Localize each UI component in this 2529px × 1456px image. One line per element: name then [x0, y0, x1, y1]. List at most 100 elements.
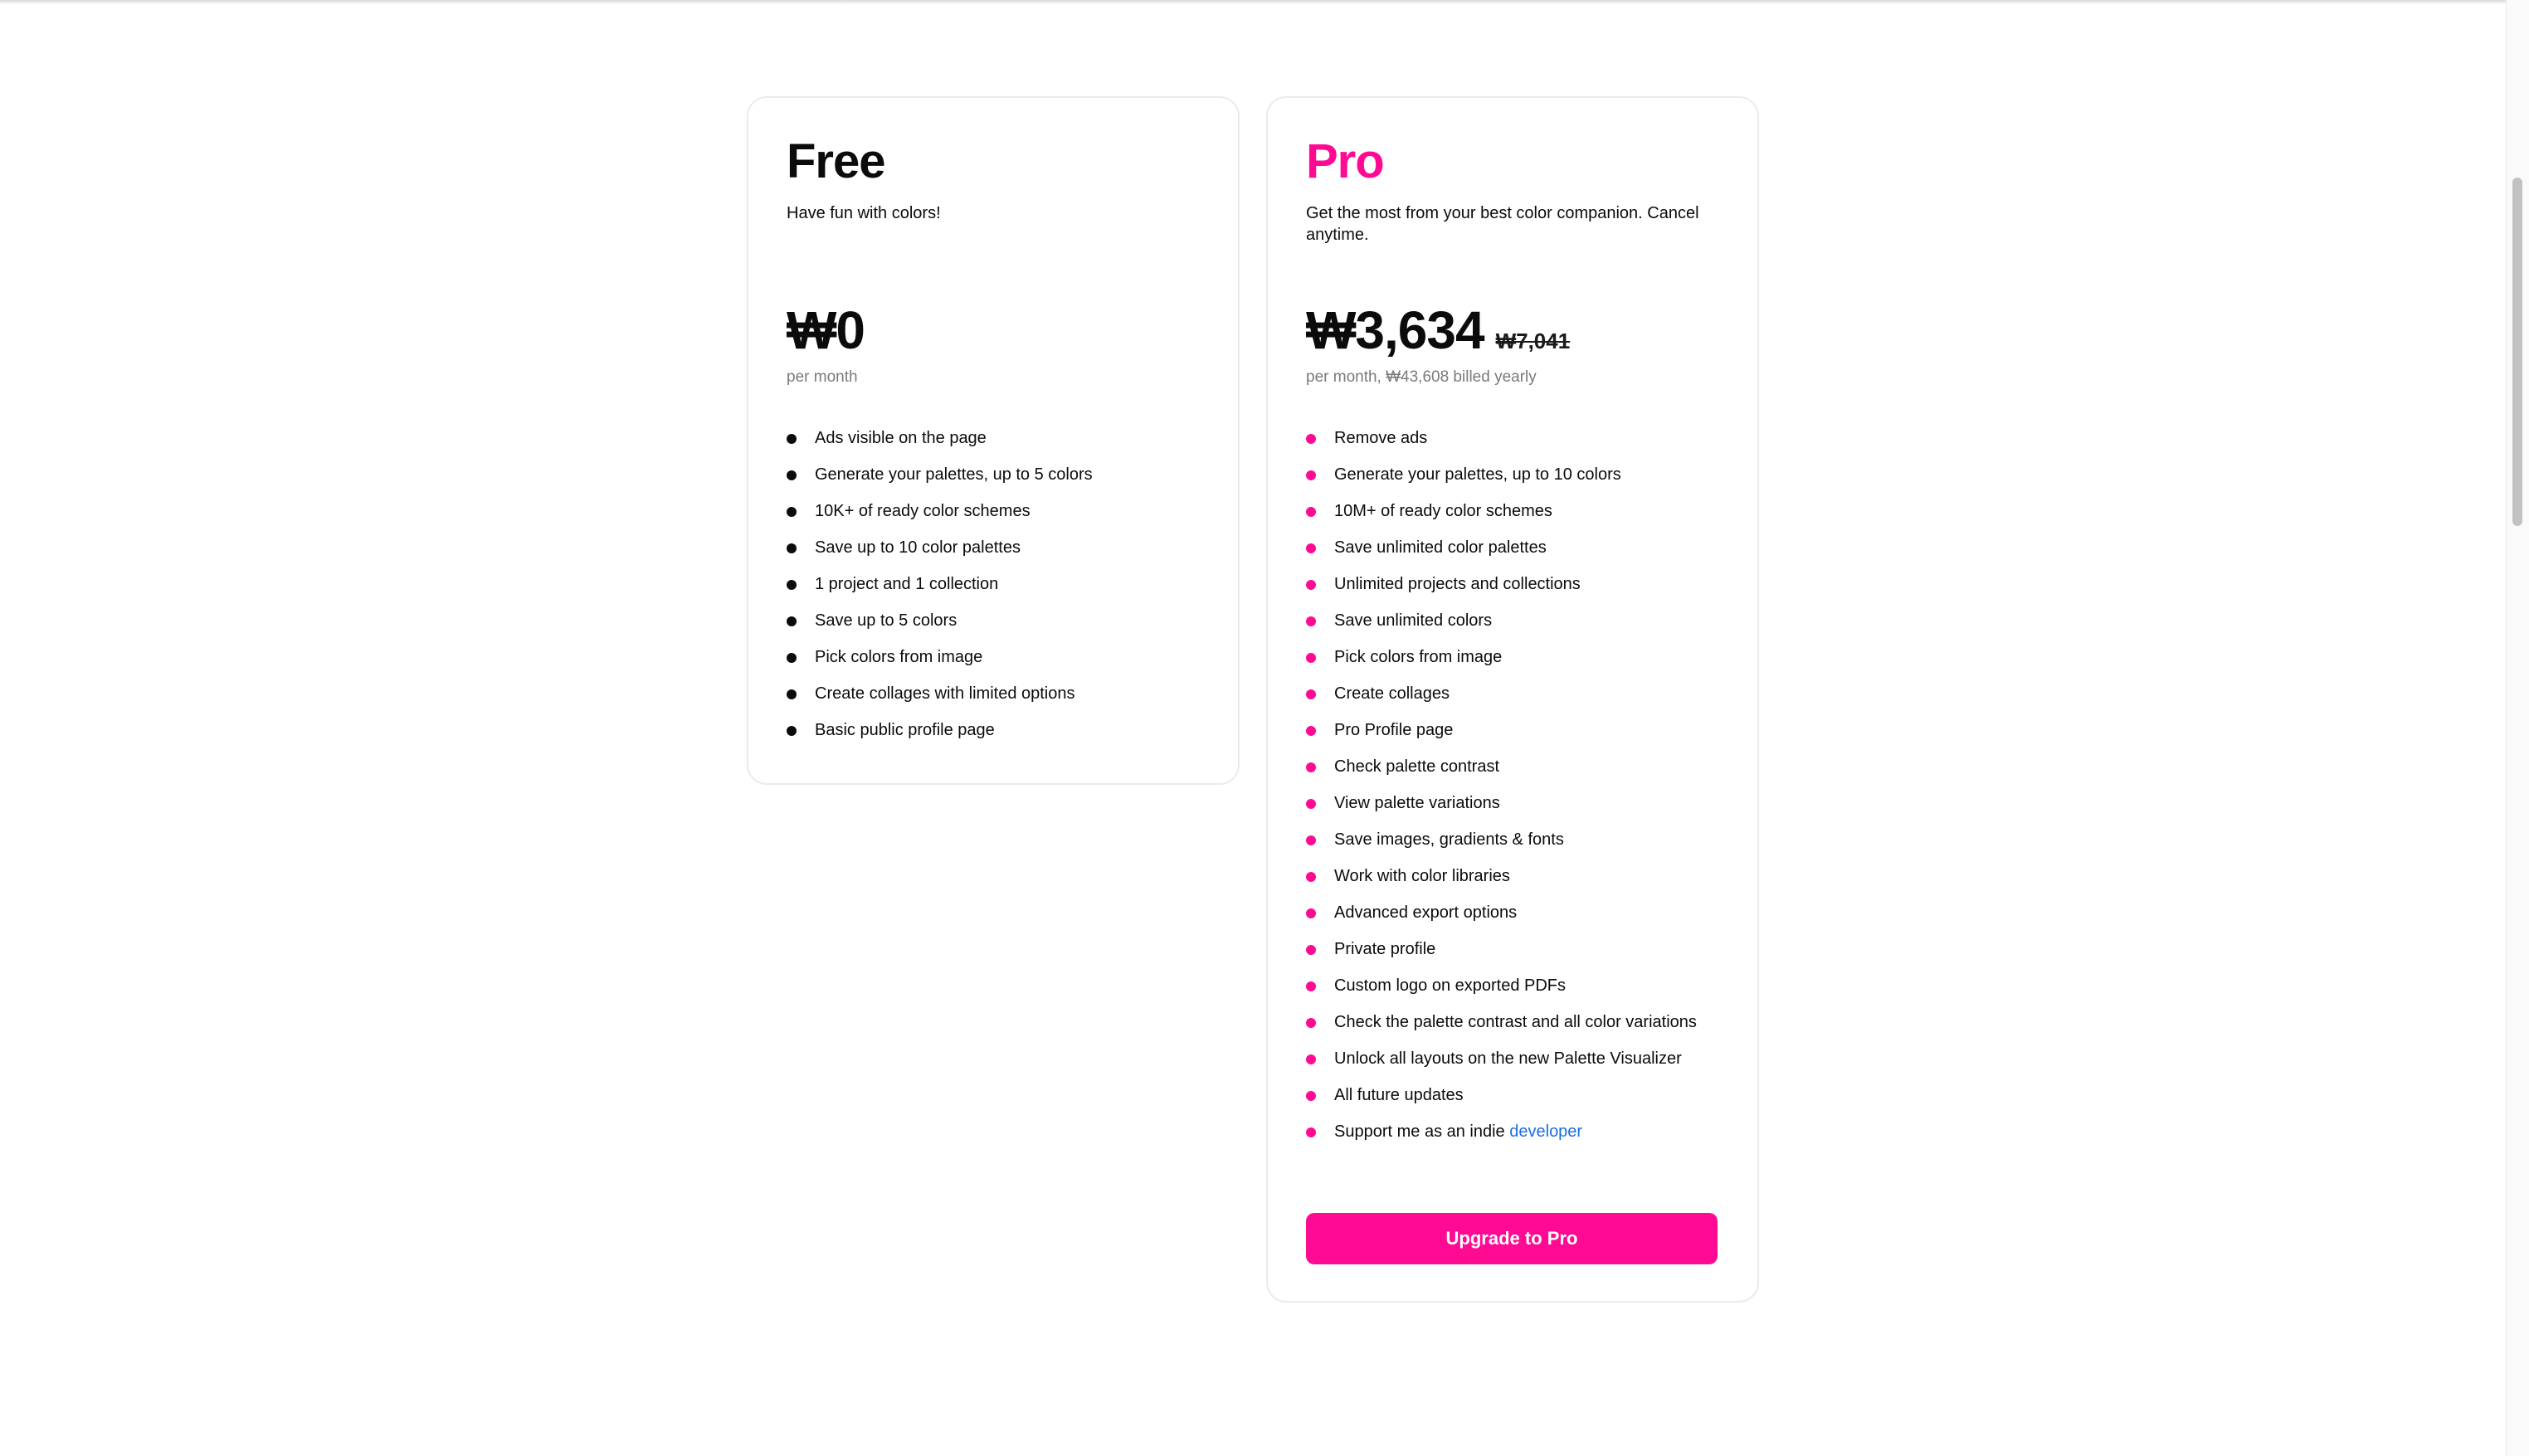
dot-icon	[1306, 762, 1316, 772]
feature-text: Save unlimited color palettes	[1334, 538, 1547, 557]
free-feature-item: Save up to 5 colors	[787, 611, 1218, 631]
pro-feature-item: Check the palette contrast and all color…	[1306, 1012, 1737, 1032]
dot-icon	[1306, 543, 1316, 553]
pro-price: ₩3,634	[1306, 300, 1485, 360]
dot-icon	[1306, 434, 1316, 444]
feature-text: 10K+ of ready color schemes	[815, 502, 1031, 520]
feature-text: Save images, gradients & fonts	[1334, 830, 1564, 849]
feature-text: Remove ads	[1334, 429, 1428, 447]
feature-text: Basic public profile page	[815, 721, 995, 739]
pro-feature-item: Unlock all layouts on the new Palette Vi…	[1306, 1049, 1737, 1069]
pro-feature-item: All future updates	[1306, 1085, 1737, 1105]
feature-text: Save up to 5 colors	[815, 611, 958, 630]
pro-feature-item: Pick colors from image	[1306, 647, 1737, 667]
free-feature-item: 10K+ of ready color schemes	[787, 501, 1218, 521]
dot-icon	[787, 616, 797, 626]
free-feature-list: Ads visible on the page Generate your pal…	[787, 428, 1218, 757]
feature-text: Check the palette contrast and all color…	[1334, 1013, 1697, 1031]
dot-icon	[1306, 835, 1316, 845]
dot-icon	[787, 726, 797, 736]
free-feature-item: Create collages with limited options	[787, 684, 1218, 704]
dot-icon	[787, 653, 797, 663]
dot-icon	[1306, 799, 1316, 809]
pro-feature-item: Remove ads	[1306, 428, 1737, 448]
pro-plan-description: Get the most from your best color compan…	[1306, 204, 1699, 244]
feature-text: Pick colors from image	[815, 648, 983, 666]
feature-text: Work with color libraries	[1334, 867, 1510, 885]
dot-icon	[787, 543, 797, 553]
pro-feature-item: Custom logo on exported PDFs	[1306, 976, 1737, 996]
feature-text: Create collages	[1334, 684, 1450, 703]
feature-text: Save up to 10 color palettes	[815, 538, 1021, 557]
dot-icon	[1306, 470, 1316, 480]
top-header-shadow	[0, 0, 2529, 5]
dot-icon	[1306, 580, 1316, 590]
pro-price-row: ₩3,634 ₩7,041	[1306, 297, 1570, 363]
pro-feature-item: Save unlimited colors	[1306, 611, 1737, 631]
pro-feature-item: Pro Profile page	[1306, 720, 1737, 740]
pro-feature-item: Create collages	[1306, 684, 1737, 704]
free-feature-item: Generate your palettes, up to 5 colors	[787, 465, 1218, 485]
dot-icon	[787, 507, 797, 517]
upgrade-to-pro-button[interactable]: Upgrade to Pro	[1306, 1213, 1718, 1264]
pro-feature-item: Work with color libraries	[1306, 866, 1737, 886]
pro-feature-item: Generate your palettes, up to 10 colors	[1306, 465, 1737, 485]
feature-text: Unlock all layouts on the new Palette Vi…	[1334, 1049, 1682, 1068]
free-feature-item: Ads visible on the page	[787, 428, 1218, 448]
dot-icon	[1306, 1091, 1316, 1101]
pro-feature-list: Remove ads Generate your palettes, up to …	[1306, 428, 1737, 1158]
feature-text: Check palette contrast	[1334, 757, 1499, 776]
pro-feature-item: Save unlimited color palettes	[1306, 538, 1737, 558]
feature-text: All future updates	[1334, 1086, 1464, 1104]
free-billing-period: per month	[787, 368, 858, 386]
dot-icon	[1306, 507, 1316, 517]
free-plan-description: Have fun with colors!	[787, 204, 941, 222]
dot-icon	[1306, 945, 1316, 955]
free-plan-card: Free Have fun with colors! ₩0 per month …	[747, 96, 1240, 785]
feature-text: Save unlimited colors	[1334, 611, 1493, 630]
free-feature-item: Basic public profile page	[787, 720, 1218, 740]
free-feature-item: Pick colors from image	[787, 647, 1218, 667]
dot-icon	[1306, 1018, 1316, 1028]
dot-icon	[787, 580, 797, 590]
free-price-row: ₩0	[787, 297, 865, 363]
dot-icon	[1306, 726, 1316, 736]
dot-icon	[787, 470, 797, 480]
free-feature-item: 1 project and 1 collection	[787, 574, 1218, 594]
dot-icon	[1306, 1127, 1316, 1137]
pro-billing-period: per month, ₩43,608 billed yearly	[1306, 368, 1537, 386]
feature-text: Unlimited projects and collections	[1334, 575, 1581, 593]
dot-icon	[1306, 616, 1316, 626]
feature-text: Ads visible on the page	[815, 429, 987, 447]
pro-feature-item: View palette variations	[1306, 793, 1737, 813]
developer-link[interactable]: developer	[1509, 1122, 1582, 1141]
dot-icon	[1306, 1054, 1316, 1064]
pro-old-price: ₩7,041	[1495, 329, 1571, 353]
pro-feature-item: Unlimited projects and collections	[1306, 574, 1737, 594]
feature-text: View palette variations	[1334, 794, 1500, 812]
pro-feature-item: 10M+ of ready color schemes	[1306, 501, 1737, 521]
free-plan-title: Free	[787, 134, 886, 188]
feature-text: Private profile	[1334, 940, 1436, 958]
feature-text: 10M+ of ready color schemes	[1334, 502, 1552, 520]
pro-feature-support: Support me as an indie developer	[1306, 1122, 1737, 1142]
free-feature-item: Save up to 10 color palettes	[787, 538, 1218, 558]
pro-feature-item: Save images, gradients & fonts	[1306, 830, 1737, 850]
feature-text: Create collages with limited options	[815, 684, 1075, 703]
dot-icon	[1306, 653, 1316, 663]
feature-text: Pro Profile page	[1334, 721, 1454, 739]
feature-text: 1 project and 1 collection	[815, 575, 999, 593]
dot-icon	[1306, 872, 1316, 882]
dot-icon	[787, 434, 797, 444]
dot-icon	[787, 689, 797, 699]
support-text: Support me as an indie	[1334, 1122, 1510, 1141]
pro-feature-item: Advanced export options	[1306, 903, 1737, 923]
dot-icon	[1306, 981, 1316, 991]
feature-text: Advanced export options	[1334, 903, 1518, 922]
feature-text: Custom logo on exported PDFs	[1334, 976, 1567, 995]
pro-plan-card: Pro Get the most from your best color co…	[1266, 96, 1759, 1303]
scrollbar-thumb[interactable]	[2512, 178, 2522, 526]
pro-feature-item: Private profile	[1306, 939, 1737, 959]
pro-feature-item: Check palette contrast	[1306, 757, 1737, 777]
dot-icon	[1306, 689, 1316, 699]
